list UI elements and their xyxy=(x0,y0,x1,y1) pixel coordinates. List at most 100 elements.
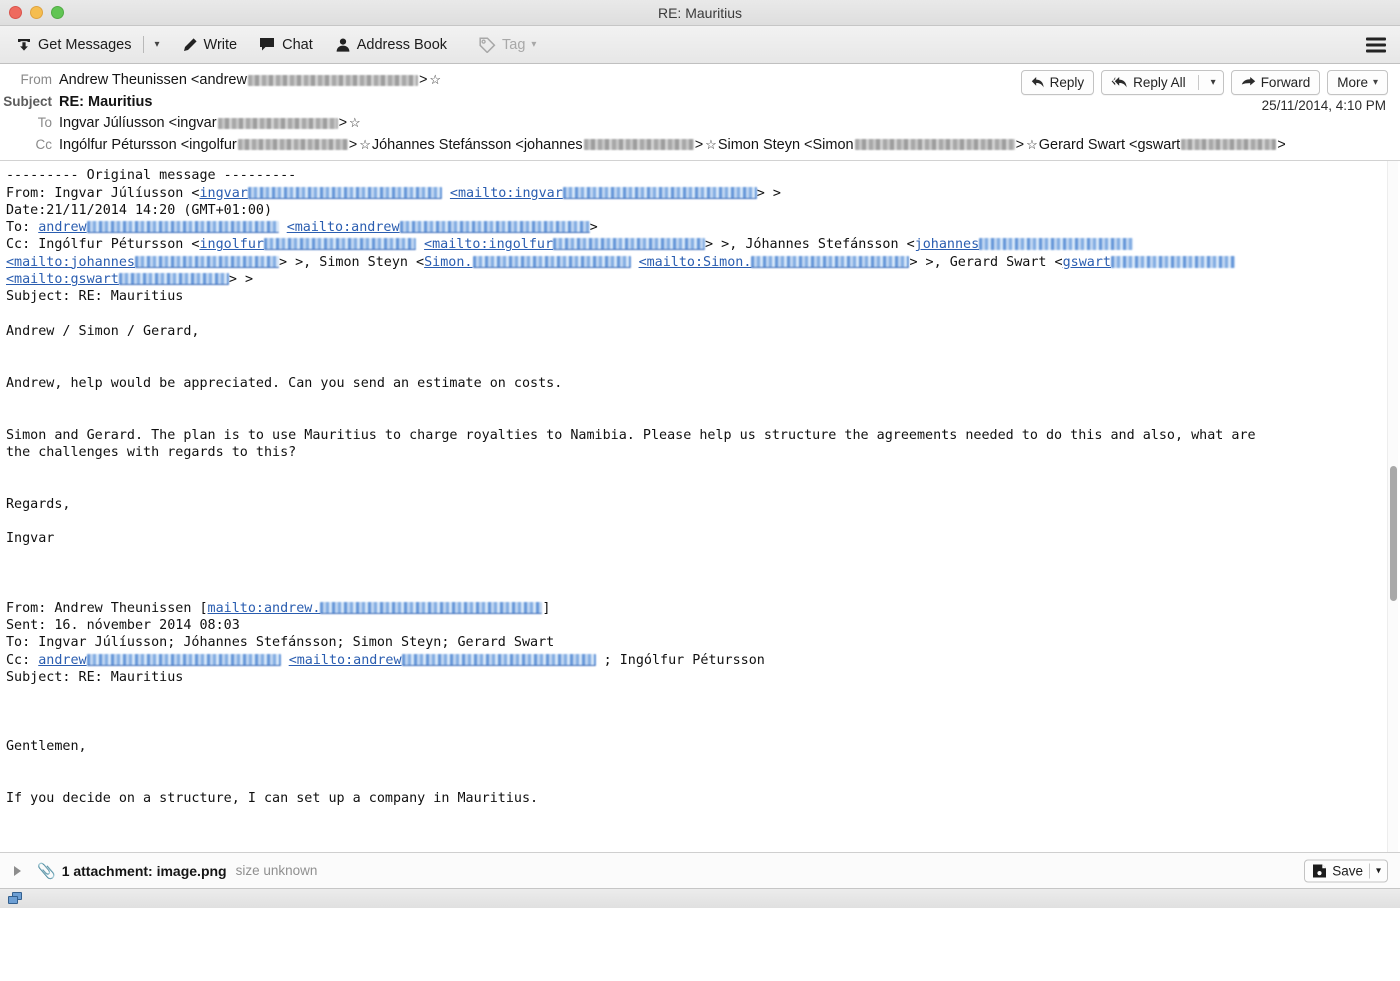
pencil-icon xyxy=(183,37,197,51)
reply-arrow-icon xyxy=(1031,77,1044,88)
save-label: Save xyxy=(1332,863,1363,879)
quote1-cc-mid-2: > >, Simon Steyn < xyxy=(279,254,425,270)
forward-button[interactable]: Forward xyxy=(1230,70,1321,95)
redacted-link-7 xyxy=(979,238,1134,251)
cc-name-3: Simon Steyn <Simon xyxy=(717,136,854,153)
original-message-separator: --------- Original message --------- xyxy=(6,168,297,184)
redacted-link-9 xyxy=(472,255,631,268)
quote2-from-mailto-link[interactable]: mailto:andrew. xyxy=(208,601,321,616)
attachment-size: size unknown xyxy=(235,863,318,879)
star-contact-to-icon[interactable]: ☆ xyxy=(349,115,361,131)
reply-all-label: Reply All xyxy=(1133,75,1186,90)
redacted-link-10 xyxy=(751,255,910,268)
quote1-cc-mailto-ingolfur[interactable]: <mailto:ingolfur xyxy=(424,237,553,252)
quote1-date-line: Date:21/11/2014 14:20 (GMT+01:00) xyxy=(6,202,273,218)
redacted-link-1 xyxy=(247,186,442,199)
redacted-link-14 xyxy=(86,653,281,666)
network-activity-icon[interactable] xyxy=(8,891,24,906)
attachment-label: 1 attachment: image.png xyxy=(61,862,227,879)
network-screen-front xyxy=(8,895,18,904)
redacted-link-12 xyxy=(118,273,229,286)
message-timestamp: 25/11/2014, 4:10 PM xyxy=(1261,98,1386,113)
write-button[interactable]: Write xyxy=(176,34,244,56)
hamburger-bar xyxy=(1366,43,1386,46)
chat-bubble-icon xyxy=(260,38,275,51)
quote2-cc-link[interactable]: andrew xyxy=(38,653,86,668)
app-menu-button[interactable] xyxy=(1366,37,1386,52)
reply-all-dropdown[interactable]: ▾ xyxy=(1204,77,1223,88)
star-contact-from-icon[interactable]: ☆ xyxy=(429,72,441,88)
quote1-cc-link-ingolfur[interactable]: ingolfur xyxy=(199,237,264,252)
quote1-paragraph-1: Andrew, help would be appreciated. Can y… xyxy=(6,375,563,391)
more-button[interactable]: More ▾ xyxy=(1327,70,1388,95)
scrollbar-thumb[interactable] xyxy=(1390,466,1397,602)
chat-button[interactable]: Chat xyxy=(253,34,319,56)
reply-label: Reply xyxy=(1049,75,1085,90)
quote1-to-link[interactable]: andrew xyxy=(38,220,86,235)
quote1-signature: Ingvar xyxy=(6,531,55,547)
address-book-button[interactable]: Address Book xyxy=(329,34,453,56)
quote1-from-suffix: > > xyxy=(756,185,781,201)
reply-all-button[interactable]: Reply All ▾ xyxy=(1101,70,1224,95)
message-actions: Reply Reply All ▾ Forward More ▾ xyxy=(1020,70,1388,95)
cc-value: Ingólfur Pétursson <ingolfur > ☆Jóhannes S… xyxy=(59,136,1286,156)
write-label: Write xyxy=(203,36,238,53)
reply-button[interactable]: Reply xyxy=(1020,70,1095,95)
window-titlebar: RE: Mauritius xyxy=(0,0,1400,26)
quote1-cc-link-gswart[interactable]: gswart xyxy=(1063,255,1111,270)
reply-all-arrow-icon xyxy=(1111,77,1127,88)
person-icon xyxy=(336,38,350,52)
quote1-cc-mid-1: > >, Jóhannes Stefánsson < xyxy=(705,237,915,253)
forward-arrow-icon xyxy=(1241,76,1255,85)
cc-bracket-4: > xyxy=(1277,136,1286,153)
paperclip-icon: 📎 xyxy=(37,862,56,880)
redacted-email-from xyxy=(247,74,418,86)
quote1-cc-mailto-gswart[interactable]: <mailto:gswart xyxy=(6,272,119,287)
quote1-paragraph-2-line-1: Simon and Gerard. The plan is to use Mau… xyxy=(6,427,1256,443)
chevron-down-icon: ▾ xyxy=(1372,76,1378,88)
quote1-to-prefix: To: xyxy=(6,220,39,236)
address-book-label: Address Book xyxy=(356,36,448,53)
quote2-cc-mailto-link[interactable]: <mailto:andrew xyxy=(289,653,402,668)
tag-button[interactable]: Tag ▾ xyxy=(473,34,542,56)
quote2-to-line: To: Ingvar Júlíusson; Jóhannes Stefánsso… xyxy=(6,635,555,651)
redacted-link-6 xyxy=(553,238,706,251)
quote1-cc-mailto-johannes[interactable]: <mailto:johannes xyxy=(6,255,135,270)
save-attachment-button[interactable]: Save ▾ xyxy=(1304,859,1388,883)
body-vertical-scrollbar[interactable] xyxy=(1387,161,1398,853)
quote2-cc-prefix: Cc: xyxy=(6,652,39,668)
redacted-email-cc-2 xyxy=(583,139,694,151)
quote1-from-mailto-link[interactable]: <mailto:ingvar xyxy=(450,186,563,201)
quote1-cc-mailto-simon[interactable]: <mailto:Simon. xyxy=(639,255,752,270)
to-label: To xyxy=(37,115,52,131)
quote1-cc-link-simon[interactable]: Simon. xyxy=(424,255,472,270)
message-header: From Andrew Theunissen <andrew > ☆ Subjec… xyxy=(0,64,1400,162)
get-messages-dropdown[interactable]: ▾ xyxy=(149,37,166,53)
message-body-pane[interactable]: --------- Original message --------- Fro… xyxy=(0,161,1400,853)
star-contact-cc-1-icon[interactable]: ☆ xyxy=(359,137,371,152)
quote1-to-mailto-link[interactable]: <mailto:andrew xyxy=(287,220,400,235)
redacted-link-2 xyxy=(562,186,757,199)
star-contact-cc-2-icon[interactable]: ☆ xyxy=(705,137,717,152)
redacted-email-to xyxy=(217,117,338,129)
attachment-bar: 📎 1 attachment: image.png size unknown S… xyxy=(0,852,1400,889)
redacted-link-4 xyxy=(399,221,590,234)
quote1-cc-link-johannes[interactable]: johannes xyxy=(915,237,980,252)
quote1-from-link[interactable]: ingvar xyxy=(199,186,247,201)
get-messages-button[interactable]: Get Messages xyxy=(10,34,138,56)
redacted-link-8 xyxy=(135,255,279,268)
save-dropdown-chevron-icon[interactable]: ▾ xyxy=(1370,865,1387,876)
attachment-expand-triangle-icon[interactable] xyxy=(14,865,21,876)
from-label: From xyxy=(20,72,53,87)
star-contact-cc-3-icon[interactable]: ☆ xyxy=(1026,137,1038,152)
quote1-cc-line: Cc: Ingólfur Pétursson <ingolfur <mailto… xyxy=(6,237,1235,287)
cc-name-4: Gerard Swart <gswart xyxy=(1038,136,1181,153)
get-messages-label: Get Messages xyxy=(38,36,132,53)
quote2-cc-line: Cc: andrew <mailto:andrew ; Ingólfur Pét… xyxy=(6,653,765,668)
download-messages-icon xyxy=(18,38,30,51)
chevron-down-icon: ▾ xyxy=(531,38,537,50)
subject-value: RE: Mauritius xyxy=(59,93,153,110)
chat-label: Chat xyxy=(282,36,313,53)
cc-name-2: Jóhannes Stefánsson <johannes xyxy=(371,136,583,153)
status-bar xyxy=(0,888,1400,909)
